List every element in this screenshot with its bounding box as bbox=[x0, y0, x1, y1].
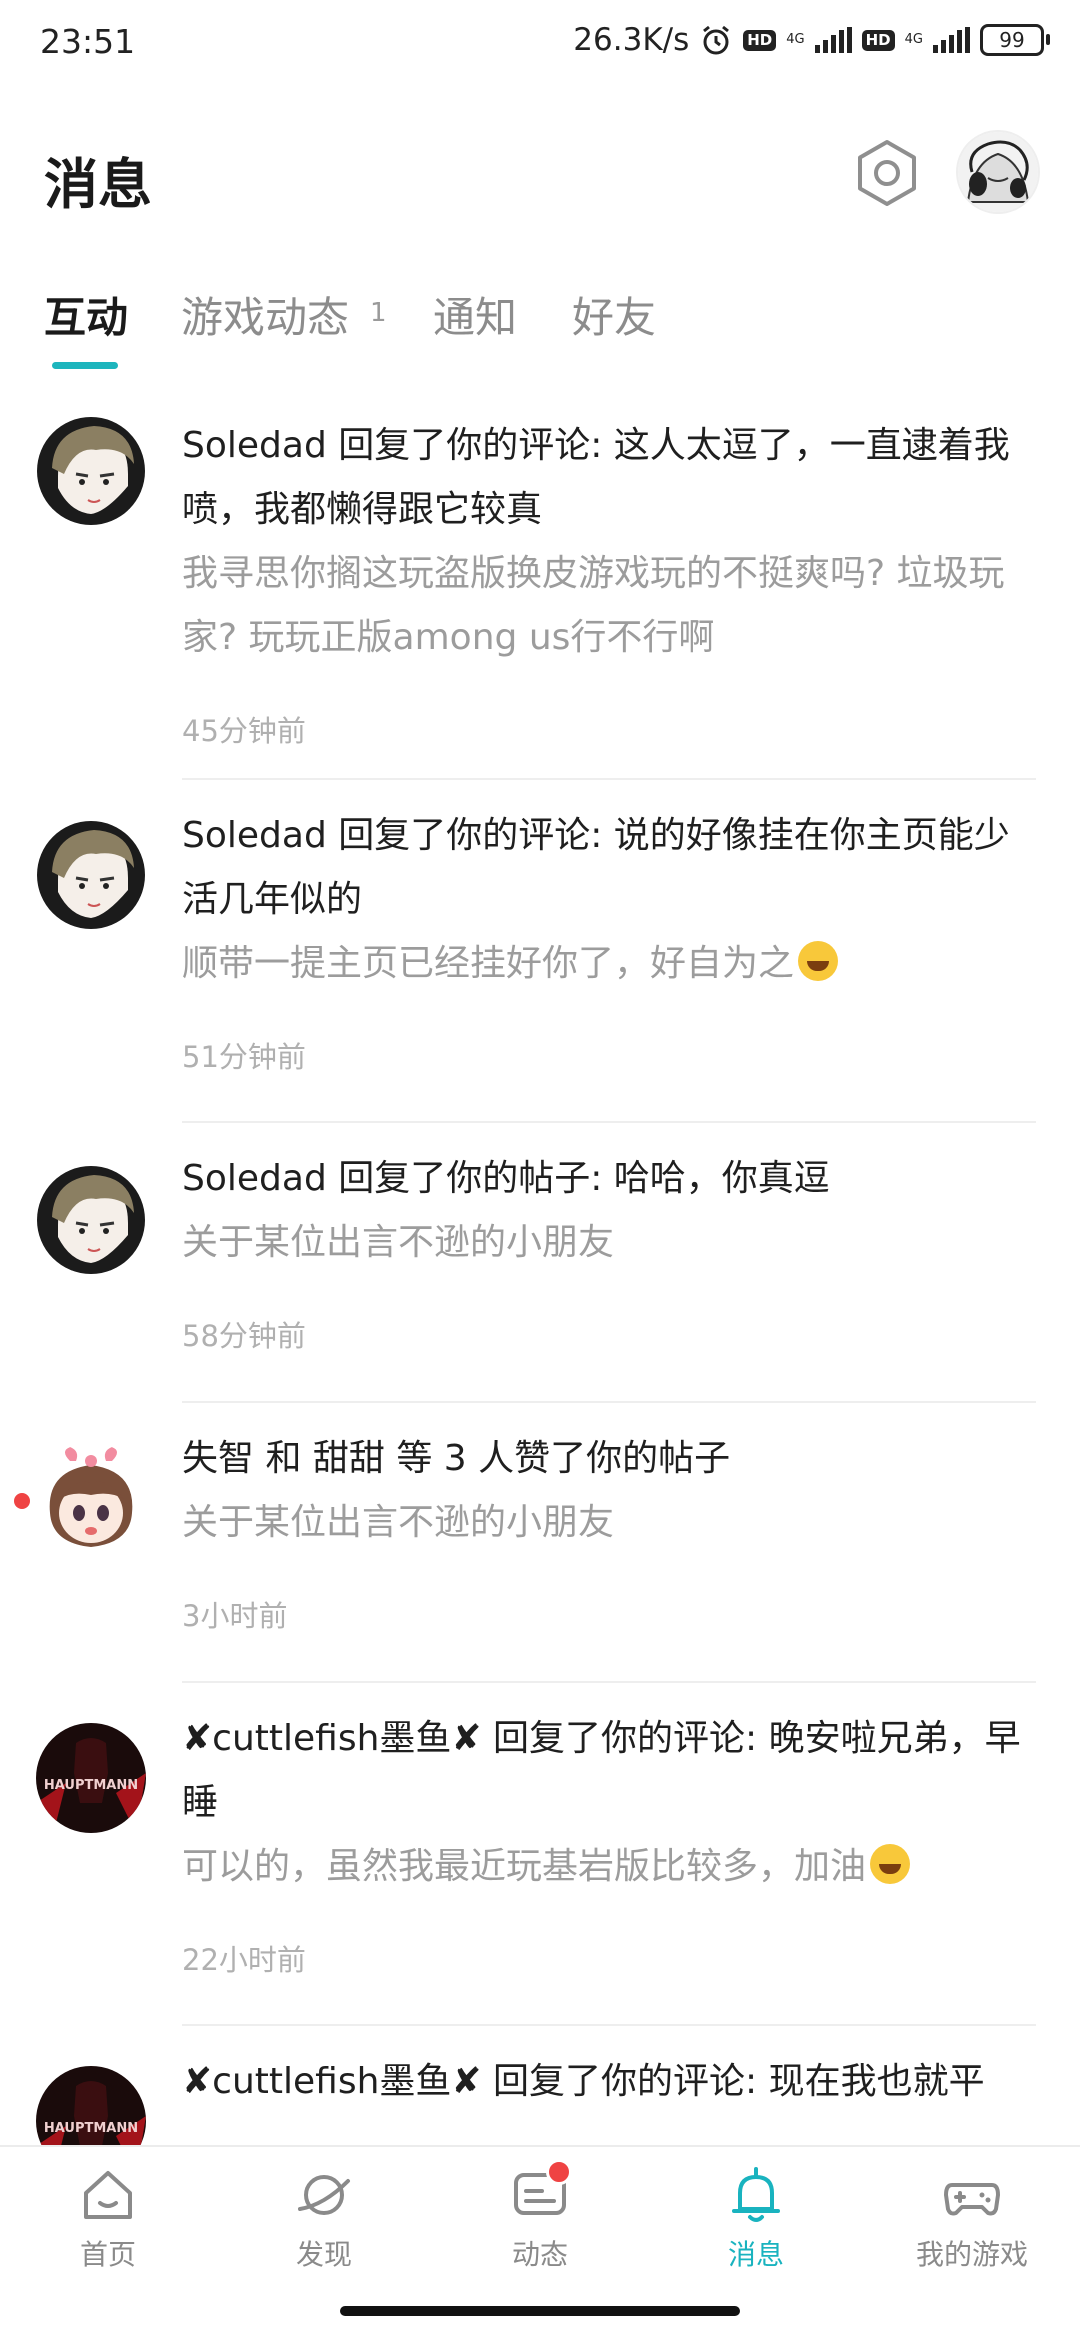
page-title: 消息 bbox=[44, 153, 152, 216]
message-quoted-text: 我寻思你搁这玩盗版换皮游戏玩的不挺爽吗? 垃圾玩家? 玩玩正版among us行… bbox=[182, 553, 1005, 658]
message-quoted-text: 顺带一提主页已经挂好你了，好自为之 bbox=[182, 932, 1032, 996]
nav-discover-label: 发现 bbox=[295, 2238, 352, 2271]
tears-of-joy-emoji-icon bbox=[870, 1844, 911, 1884]
feed-icon-wrap bbox=[510, 2159, 572, 2225]
nav-my-games-label: 我的游戏 bbox=[915, 2238, 1028, 2271]
message-time: 22小时前 bbox=[182, 1943, 306, 1977]
avatar[interactable] bbox=[36, 416, 146, 526]
message-main-text: 失智 和 甜甜 等 3 人赞了你的帖子 bbox=[182, 1438, 731, 1479]
hd-badge-2: HD bbox=[861, 29, 895, 51]
message-main-text: ✘cuttlefish墨鱼✘ 回复了你的评论: 现在我也就平 bbox=[182, 2061, 985, 2102]
network-type-1: 4G bbox=[786, 32, 805, 47]
list-item[interactable]: HAUPTMANN ✘cuttlefish墨鱼✘ 回复了你的评论: 晚安啦兄弟，… bbox=[0, 1683, 1080, 2026]
settings-icon[interactable] bbox=[852, 138, 922, 208]
feed-notification-dot bbox=[546, 2159, 572, 2185]
tab-interaction[interactable]: 互动 bbox=[44, 284, 128, 345]
active-tab-indicator bbox=[52, 362, 118, 369]
nav-my-games[interactable]: 我的游戏 bbox=[892, 2165, 1052, 2273]
nav-feed[interactable]: 动态 bbox=[460, 2159, 620, 2273]
network-type-2: 4G bbox=[904, 32, 923, 47]
message-main-text: ✘cuttlefish墨鱼✘ 回复了你的评论: 晚安啦兄弟，早睡 bbox=[182, 1718, 1021, 1823]
signal-icon bbox=[814, 27, 852, 53]
message-time: 58分钟前 bbox=[182, 1319, 306, 1353]
avatar[interactable]: HAUPTMANN bbox=[36, 2066, 146, 2145]
tab-game-updates[interactable]: 游戏动态 bbox=[181, 284, 349, 345]
home-indicator[interactable] bbox=[340, 2306, 740, 2316]
avatar-logo-text: HAUPTMANN bbox=[44, 1778, 138, 1793]
message-quoted-text: 关于某位出言不逊的小朋友 bbox=[182, 1502, 615, 1543]
nav-home-label: 首页 bbox=[79, 2238, 136, 2271]
alarm-icon bbox=[703, 25, 730, 55]
gamepad-icon bbox=[944, 2183, 1000, 2216]
battery-icon: 99 bbox=[980, 24, 1050, 56]
hd-badge-1: HD bbox=[743, 29, 777, 51]
home-icon bbox=[84, 2171, 132, 2219]
sweat-smile-emoji-icon bbox=[798, 941, 839, 981]
nav-feed-label: 动态 bbox=[511, 2238, 568, 2271]
net-speed: 26.3K/s bbox=[573, 22, 690, 58]
bell-icon bbox=[732, 2167, 780, 2222]
message-quoted-text-content: 可以的，虽然我最近玩基岩版比较多，加油 bbox=[182, 1846, 867, 1887]
tab-notifications[interactable]: 通知 bbox=[433, 284, 517, 345]
list-item[interactable]: Soledad 回复了你的评论: 这人太逗了，一直逮着我喷，我都懒得跟它较真 我… bbox=[0, 390, 1080, 780]
status-bar: 23:51 26.3K/s HD 4G HD 4G 99 bbox=[0, 0, 1080, 90]
nav-messages-label: 消息 bbox=[727, 2238, 784, 2271]
list-item[interactable]: 失智 和 甜甜 等 3 人赞了你的帖子 关于某位出言不逊的小朋友 3小时前 bbox=[0, 1403, 1080, 1683]
list-item[interactable]: Soledad 回复了你的评论: 说的好像挂在你主页能少活几年似的 顺带一提主页… bbox=[0, 780, 1080, 1123]
nav-messages[interactable]: 消息 bbox=[676, 2165, 836, 2273]
status-icons: 26.3K/s HD 4G HD 4G 99 bbox=[573, 22, 1050, 58]
avatar[interactable] bbox=[36, 1165, 146, 1275]
user-avatar[interactable] bbox=[958, 132, 1038, 212]
message-tabs: 互动 游戏动态 1 通知 好友 bbox=[0, 270, 1080, 380]
avatar[interactable] bbox=[36, 1443, 146, 1553]
message-quoted-text: 关于某位出言不逊的小朋友 bbox=[182, 1222, 615, 1263]
page-header: 消息 bbox=[0, 120, 1080, 230]
tab-game-updates-badge: 1 bbox=[370, 298, 387, 328]
status-time: 23:51 bbox=[40, 22, 136, 61]
message-main-text: Soledad 回复了你的帖子: 哈哈，你真逗 bbox=[182, 1158, 830, 1199]
list-item[interactable]: HAUPTMANN ✘cuttlefish墨鱼✘ 回复了你的评论: 现在我也就平 bbox=[0, 2026, 1080, 2145]
signal-icon-2 bbox=[933, 27, 970, 53]
tab-friends[interactable]: 好友 bbox=[572, 284, 656, 345]
planet-icon bbox=[298, 2175, 350, 2215]
message-quoted-text-content: 顺带一提主页已经挂好你了，好自为之 bbox=[182, 943, 795, 984]
message-main-text: Soledad 回复了你的评论: 这人太逗了，一直逮着我喷，我都懒得跟它较真 bbox=[182, 425, 1010, 530]
avatar-logo-text: HAUPTMANN bbox=[44, 2121, 138, 2136]
message-main-text: Soledad 回复了你的评论: 说的好像挂在你主页能少活几年似的 bbox=[182, 815, 1010, 920]
nav-home[interactable]: 首页 bbox=[28, 2165, 188, 2273]
avatar[interactable] bbox=[36, 820, 146, 930]
message-time: 3小时前 bbox=[182, 1599, 288, 1633]
message-quoted-text: 可以的，虽然我最近玩基岩版比较多，加油 bbox=[182, 1835, 1032, 1899]
nav-discover[interactable]: 发现 bbox=[244, 2165, 404, 2273]
unread-dot bbox=[14, 1493, 30, 1509]
list-item[interactable]: Soledad 回复了你的帖子: 哈哈，你真逗 关于某位出言不逊的小朋友 58分… bbox=[0, 1123, 1080, 1403]
avatar[interactable]: HAUPTMANN bbox=[36, 1723, 146, 1833]
message-time: 51分钟前 bbox=[182, 1040, 306, 1074]
bottom-navigation: 首页 发现 动态 消息 我的游戏 bbox=[0, 2145, 1080, 2297]
message-list: Soledad 回复了你的评论: 这人太逗了，一直逮着我喷，我都懒得跟它较真 我… bbox=[0, 390, 1080, 2145]
message-time: 45分钟前 bbox=[182, 714, 306, 748]
